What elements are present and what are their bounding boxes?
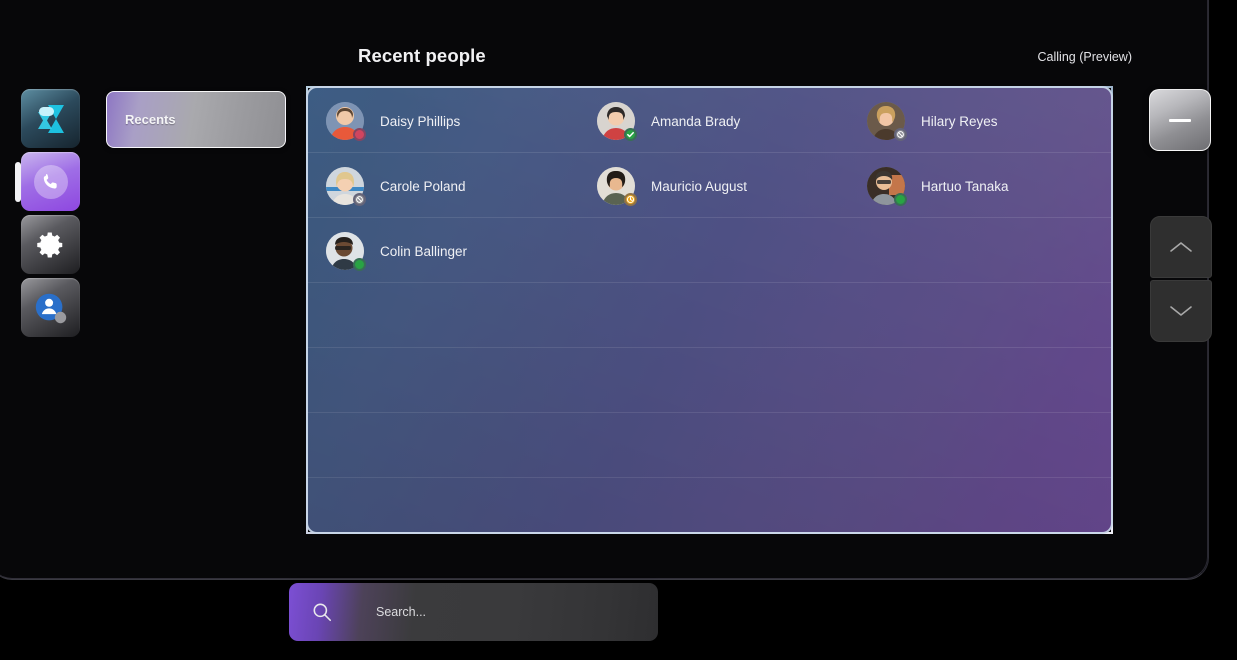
- row-bands: [308, 88, 1111, 532]
- search-placeholder: Search...: [376, 605, 427, 619]
- avatar: [326, 102, 366, 141]
- list-item-label: Mauricio August: [651, 178, 748, 194]
- chevron-up-icon: [1170, 242, 1192, 252]
- list-item-label: Hartuo Tanaka: [921, 178, 1009, 194]
- phone-icon-background: [33, 164, 68, 199]
- list-item[interactable]: Colin Ballinger: [326, 221, 467, 281]
- list-item-label: Colin Ballinger: [380, 243, 468, 259]
- avatar: [867, 102, 907, 141]
- list-item-label: Daisy Phillips: [380, 113, 461, 129]
- list-item[interactable]: Daisy Phillips: [326, 91, 460, 151]
- search-icon: [313, 603, 332, 622]
- list-item[interactable]: Hartuo Tanaka: [867, 156, 1009, 216]
- avatar: [597, 102, 637, 141]
- search-input[interactable]: Search...: [289, 583, 658, 641]
- status-badge: [353, 193, 366, 206]
- sidebar-item-account[interactable]: [21, 278, 80, 337]
- avatar: [867, 167, 907, 206]
- list-item[interactable]: Amanda Brady: [597, 91, 740, 151]
- offline-icon: [356, 196, 363, 203]
- app-mode-label: Calling (Preview): [1037, 50, 1132, 64]
- left-rail: [15, 89, 81, 337]
- list-item-label: Hilary Reyes: [921, 113, 998, 129]
- avatar: [597, 167, 637, 206]
- avatar: [326, 167, 366, 206]
- list-item[interactable]: Mauricio August: [597, 156, 747, 216]
- offline-icon: [897, 131, 904, 138]
- screen: Recent people Calling (Preview) Recents …: [0, 0, 1237, 660]
- tab-recents-label: Recents: [125, 112, 176, 127]
- row-band: [308, 348, 1111, 413]
- tab-recents[interactable]: Recents: [106, 91, 286, 148]
- recent-people-panel: Daisy Phillips Amanda Brady Hilary Reyes…: [306, 86, 1113, 534]
- check-icon: [627, 131, 634, 138]
- list-item-label: Amanda Brady: [651, 113, 741, 129]
- phone-icon: [43, 173, 57, 189]
- chevron-down-icon: [1170, 306, 1192, 316]
- sidebar-item-settings[interactable]: [21, 215, 80, 274]
- minimize-icon: [1169, 118, 1191, 122]
- scroll-down-button[interactable]: [1150, 280, 1212, 342]
- sidebar-item-calls-app[interactable]: [15, 152, 80, 211]
- row-band: [308, 283, 1111, 348]
- minimize-button[interactable]: [1149, 89, 1211, 151]
- status-badge: [353, 128, 366, 141]
- avatar: [326, 232, 366, 271]
- scroll-up-button[interactable]: [1150, 216, 1212, 278]
- teams-logo-icon: [37, 104, 64, 133]
- list-item[interactable]: Carole Poland: [326, 156, 466, 216]
- status-badge: [894, 128, 907, 141]
- status-badge: [624, 128, 637, 141]
- row-band: [308, 413, 1111, 478]
- status-badge: [894, 193, 907, 206]
- sidebar-item-teams-app[interactable]: [21, 89, 80, 148]
- list-item[interactable]: Hilary Reyes: [867, 91, 998, 151]
- status-badge: [353, 258, 366, 271]
- active-indicator-bar: [15, 162, 21, 202]
- status-badge: [624, 193, 637, 206]
- list-item-label: Carole Poland: [380, 178, 466, 194]
- clock-icon: [626, 195, 635, 204]
- account-avatar-icon: [35, 293, 66, 323]
- page-title: Recent people: [358, 45, 486, 66]
- gear-icon: [36, 232, 62, 257]
